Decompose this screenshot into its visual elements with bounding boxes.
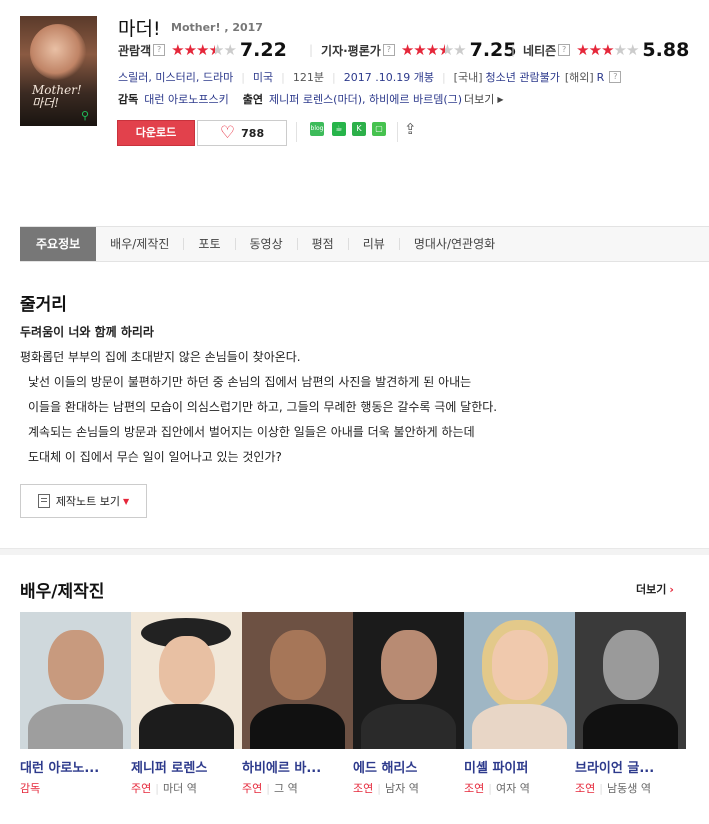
rating-critics: | 기자·평론가 ? ★★★★★★ 7.25 [301,39,517,61]
cast-card[interactable]: 제니퍼 로렌스 주연 | 마더 역 [131,612,242,796]
like-button[interactable]: ♡ 788 [197,120,287,146]
divider: | [511,43,516,57]
cafe-share-icon[interactable]: ☕ [332,122,346,136]
band-share-icon[interactable]: ▢ [372,122,386,136]
rating-score: 7.22 [239,39,287,61]
synopsis-line: 이들을 환대하는 남편의 모습이 의심스럽기만 하고, 그들의 무례한 행동은 … [28,400,498,414]
synopsis-line: 계속되는 손님들의 방문과 집안에서 벌어지는 이상한 일들은 아내를 더욱 불… [28,425,475,439]
download-button[interactable]: 다운로드 [117,120,195,146]
cast-label: 출연 [242,93,263,106]
synopsis-heading: 줄거리 [20,295,67,315]
rating-score: 5.88 [642,39,690,61]
zoom-icon[interactable]: ⚲ [81,110,93,122]
rating-label: 네티즌 [523,43,557,58]
rating-overseas-label: [해외] [564,71,594,84]
release-date-link[interactable]: 2017 .10.19 개봉 [344,69,434,85]
person-name[interactable]: 브라이언 글... [575,757,681,776]
genre-links[interactable]: 스릴러, 미스터리, 드라마 [118,69,233,85]
person-role: 감독 [20,782,41,795]
rating-overseas-link[interactable]: R [597,71,605,84]
director-link[interactable]: 대런 아로노프스키 [144,91,228,107]
person-name[interactable]: 하비에르 바... [242,757,348,776]
like-count: 788 [241,126,265,140]
country-link[interactable]: 미국 [253,69,273,85]
production-note-label: 제작노트 보기 [55,495,121,508]
section-divider [0,548,709,555]
movie-subtitle: Mother! , 2017 [171,21,263,34]
star-rating: ★★★★★ [576,41,639,59]
caret-down-icon: ▼ [123,496,130,506]
person-name[interactable]: 대런 아로노... [20,757,126,776]
person-photo[interactable] [242,612,353,749]
share-icon[interactable]: ⇪ [404,120,417,138]
synopsis-tagline: 두려움이 너와 함께 하리라 [20,325,154,339]
director-label: 감독 [118,93,139,106]
cast-links[interactable]: 제니퍼 로렌스(마더), 하비에르 바르뎀(그) [269,91,462,107]
tab-cast-crew[interactable]: 배우/제작진 [96,227,183,261]
help-icon[interactable]: ? [558,44,571,56]
person-photo[interactable] [464,612,575,749]
synopsis-line: 낯선 이들의 방문이 불편하기만 하던 중 손님의 집에서 남편의 사진을 발견… [28,375,472,389]
person-name[interactable]: 미셸 파이퍼 [464,757,570,776]
runtime: 121분 [292,71,324,84]
rating-label: 관람객 [118,43,152,58]
rating-label: 기자·평론가 [321,43,381,58]
rating-audience: 관람객 ? ★★★★★★ 7.22 [118,39,287,61]
credits-more-link[interactable]: 더보기 [464,91,494,107]
movie-title: 마더! [118,18,161,40]
movie-poster[interactable]: Mother! 마더! ⚲ [20,16,97,126]
person-name[interactable]: 제니퍼 로렌스 [131,757,237,776]
cast-card[interactable]: 대런 아로노... 감독 [20,612,131,796]
divider: | [309,43,314,57]
chevron-right-icon: › [669,583,674,596]
poster-title-text: Mother! 마더! [32,83,82,110]
tab-video[interactable]: 동영상 [236,227,297,261]
person-photo[interactable] [20,612,131,749]
blog-share-icon[interactable]: blog [310,122,324,136]
cast-more-link[interactable]: 더보기 › [636,581,674,597]
tab-bar: 주요정보 배우/제작진 포토 동영상 평점 리뷰 명대사/연관영화 [20,226,709,262]
star-rating: ★★★★★★ [171,41,237,59]
movie-info-row: 스릴러, 미스터리, 드라마 | 미국 | 121분 | 2017 .10.19… [118,69,622,85]
help-icon[interactable]: ? [609,71,622,83]
chevron-right-icon: ▶ [497,94,504,104]
cast-card[interactable]: 에드 해리스 조연 | 남자 역 [353,612,464,796]
rating-netizen: | 네티즌 ? ★★★★★ 5.88 [503,39,690,61]
synopsis-line: 평화롭던 부부의 집에 초대받지 않은 손님들이 찾아온다. [20,350,301,364]
kakaostory-share-icon[interactable]: K [352,122,366,136]
tab-ratings[interactable]: 평점 [298,227,348,261]
rating-domestic-label: [국내] [453,71,483,84]
tab-photo[interactable]: 포토 [184,227,234,261]
tab-quotes-related[interactable]: 명대사/연관영화 [400,227,509,261]
help-icon[interactable]: ? [153,44,166,56]
cast-heading: 배우/제작진 [20,582,105,602]
person-name[interactable]: 에드 해리스 [353,757,459,776]
rating-domestic-link[interactable]: 청소년 관람불가 [485,69,559,85]
tab-reviews[interactable]: 리뷰 [349,227,399,261]
cast-card[interactable]: 미셸 파이퍼 조연 | 여자 역 [464,612,575,796]
person-role: 조연 | 여자 역 [464,782,530,795]
person-role: 조연 | 남자 역 [353,782,419,795]
person-role: 주연 | 마더 역 [131,782,197,795]
credits-row: 감독 대런 아로노프스키 출연 제니퍼 로렌스(마더), 하비에르 바르뎀(그)… [118,91,504,107]
help-icon[interactable]: ? [382,44,395,56]
document-icon [37,494,50,508]
cast-card[interactable]: 하비에르 바... 주연 | 그 역 [242,612,353,796]
person-role: 주연 | 그 역 [242,782,298,795]
heart-icon: ♡ [219,122,236,143]
person-photo[interactable] [353,612,464,749]
divider [397,122,398,142]
cast-card[interactable]: 브라이언 글... 조연 | 남동생 역 [575,612,686,796]
production-note-button[interactable]: 제작노트 보기 ▼ [20,484,147,518]
divider [296,122,297,142]
more-label: 더보기 [636,583,667,596]
person-photo[interactable] [575,612,686,749]
tab-main-info[interactable]: 주요정보 [20,227,97,261]
poster-face [30,24,86,80]
person-role: 조연 | 남동생 역 [575,782,651,795]
synopsis-line: 도대체 이 집에서 무슨 일이 일어나고 있는 것인가? [28,450,282,464]
star-rating: ★★★★★★ [400,41,467,59]
person-photo[interactable] [131,612,242,749]
